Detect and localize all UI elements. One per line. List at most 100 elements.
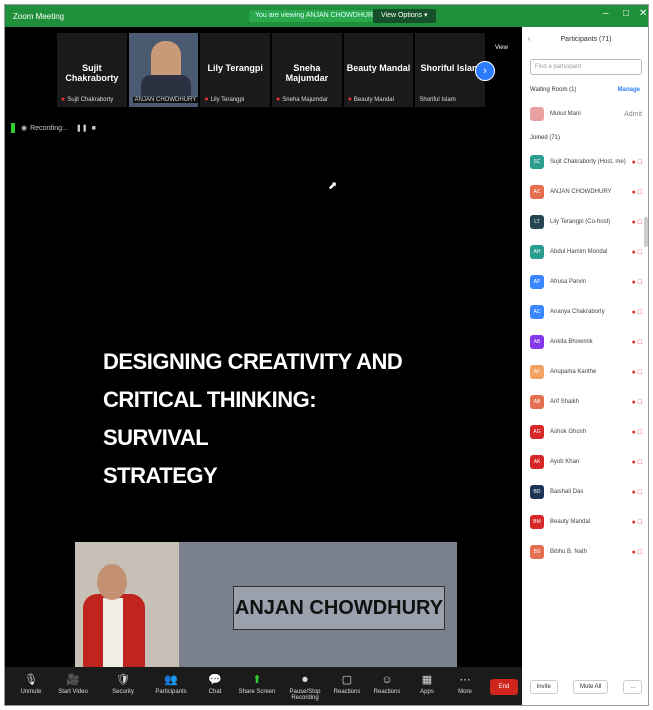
more-options-button[interactable]: ... (623, 680, 643, 694)
gallery-view-toggle[interactable]: View (495, 45, 508, 51)
waiting-participant[interactable]: Mukul Mani Admit (522, 99, 648, 129)
toolbar-button-reactions[interactable]: ☺ Reactions (367, 671, 407, 695)
avatar: LT (530, 215, 544, 229)
participant-row[interactable]: AB Ankita Bhowmik ● □ (522, 327, 648, 357)
shared-screen-area: Sujit Chakraborty ● Sujit Chakraborty ANJ… (5, 27, 522, 670)
toolbar-button-security[interactable]: 🛡 Security (103, 671, 143, 695)
toolbar-icon: ▢ (341, 674, 353, 686)
recording-label: Recording... (30, 124, 68, 132)
video-tile[interactable]: Lily Terangpi ● Lily Terangpi (200, 33, 271, 107)
mute-all-button[interactable]: Mute All (572, 680, 609, 694)
mic-muted-icon: ● □ (631, 248, 642, 256)
recording-indicator: ◉ Recording... ❚❚ ■ (11, 123, 96, 133)
participant-video-body (140, 75, 191, 99)
toolbar-label: Security (112, 689, 134, 695)
toolbar-label: Start Video (58, 689, 88, 695)
tile-name: Sneha Majumdar (285, 63, 329, 83)
stop-recording-icon[interactable]: ■ (92, 125, 96, 132)
mic-muted-icon: ● (347, 96, 352, 103)
tile-name: Lily Terangpi (207, 63, 263, 73)
invite-button[interactable]: Invite (529, 680, 558, 694)
participant-row[interactable]: AK Ayub Khan ● □ (522, 447, 648, 477)
joined-header: Joined (71) (530, 135, 561, 141)
participant-name: Ayub Khan (550, 459, 580, 465)
close-icon[interactable]: ✕ (639, 8, 647, 19)
participant-name: Mukul Mani (550, 111, 581, 117)
video-tile[interactable]: Beauty Mandal ● Beauty Mandal (343, 33, 414, 107)
avatar: BS (530, 545, 544, 559)
toolbar-button-start-video[interactable]: 🎥 Start Video (53, 671, 93, 695)
avatar: SC (530, 155, 544, 169)
toolbar-button-apps[interactable]: ▦ Apps (407, 671, 447, 695)
next-page-button[interactable]: › (475, 61, 495, 81)
maximize-icon[interactable]: □ (623, 8, 629, 19)
video-tile[interactable]: Sneha Majumdar ● Sneha Majumdar (272, 33, 342, 107)
end-meeting-button[interactable]: End (490, 679, 518, 695)
mic-muted-icon: ● (276, 96, 281, 103)
photo-shirt (103, 598, 123, 670)
panel-footer: Invite Mute All ... (522, 667, 648, 705)
view-options-button[interactable]: View Options ▾ (373, 9, 436, 23)
meeting-toolbar: End 🎙 Unmute 🎥 Start Video 🛡 Security 👥 Partici… (5, 667, 522, 705)
avatar: AK (530, 455, 544, 469)
participant-name: Arif Shaikh (550, 399, 580, 405)
pause-recording-icon[interactable]: ❚❚ (76, 124, 88, 132)
participant-name: Abdul Hamim Mondal (550, 249, 608, 255)
toolbar-icon: 🎙 (24, 674, 38, 686)
participant-row[interactable]: LT Lily Terangpi (Co-host) ● □ (522, 207, 648, 237)
mic-muted-icon: ● □ (631, 458, 642, 466)
participant-row[interactable]: AC ANJAN CHOWDHURY ● □ (522, 177, 648, 207)
participant-name: Ankita Bhowmik (550, 339, 593, 345)
participant-row[interactable]: AG Ashok Ghosh ● □ (522, 417, 648, 447)
toolbar-label: Reactions (373, 689, 401, 695)
manage-button[interactable]: Manage (618, 87, 640, 93)
toolbar-icon: ⏺ (302, 674, 308, 686)
search-input[interactable]: Find a participant (530, 59, 642, 75)
participant-row[interactable]: BM Beauty Mandal ● □ (522, 507, 648, 537)
toolbar-button-reactions[interactable]: ▢ Reactions (327, 671, 367, 695)
toolbar-label: Apps (420, 689, 434, 695)
chevron-left-icon[interactable]: ‹ (528, 27, 530, 53)
panel-scrollbar[interactable] (644, 217, 648, 247)
mic-muted-icon: ● □ (631, 188, 642, 196)
avatar: AC (530, 185, 544, 199)
participant-row[interactable]: AF Anupama Kanthe ● □ (522, 357, 648, 387)
participant-row[interactable]: SC Sujit Chakraborty (Host, me) ● □ (522, 147, 648, 177)
mic-muted-icon: ● □ (631, 428, 642, 436)
participant-row[interactable]: BD Baishali Das ● □ (522, 477, 648, 507)
tile-label: Sujit Chakraborty (67, 97, 114, 103)
mic-muted-icon: ● □ (631, 338, 642, 346)
toolbar-button-unmute[interactable]: 🎙 Unmute (11, 671, 51, 695)
video-tile[interactable]: ANJAN CHOWDHURY (128, 33, 199, 107)
toolbar-button-participants[interactable]: 👥 Participants (151, 671, 191, 695)
slide-title-line: STRATEGY (103, 463, 218, 488)
participant-name: Sujit Chakraborty (Host, me) (550, 159, 626, 165)
mic-muted-icon: ● □ (631, 308, 642, 316)
participant-row[interactable]: AP Afrusa Parvin ● □ (522, 267, 648, 297)
toolbar-button-more[interactable]: ⋯ More (445, 671, 485, 695)
admit-button[interactable]: Admit (624, 111, 642, 118)
participant-row[interactable]: AB Arif Shaikh ● □ (522, 387, 648, 417)
toolbar-label: Unmute (20, 689, 42, 695)
participant-row[interactable]: BS Bibhu B. Nath ● □ (522, 537, 648, 567)
toolbar-label: Reactions (333, 689, 361, 695)
toolbar-icon: 💬 (208, 674, 222, 686)
video-tile[interactable]: Sujit Chakraborty ● Sujit Chakraborty (57, 33, 127, 107)
tile-name: Sujit Chakraborty (65, 63, 119, 83)
participant-row[interactable]: AC Ananya Chakraborty ● □ (522, 297, 648, 327)
minimize-icon[interactable]: – (603, 8, 609, 19)
avatar (530, 107, 544, 121)
participant-name: Afrusa Parvin (550, 279, 587, 285)
mic-muted-icon: ● □ (631, 518, 642, 526)
participant-name: Ananya Chakraborty (550, 309, 605, 315)
mic-muted-icon: ● (204, 96, 209, 103)
participant-row[interactable]: AH Abdul Hamim Mondal ● □ (522, 237, 648, 267)
slide-title: DESIGNING CREATIVITY AND CRITICAL THINKI… (103, 343, 423, 495)
toolbar-button-share-screen[interactable]: ⬆ Share Screen (237, 671, 277, 695)
toolbar-icon: ⬆ (252, 674, 262, 686)
toolbar-icon: ⋯ (459, 674, 471, 686)
toolbar-button-pause-stop-recording[interactable]: ⏺ Pause/Stop Recording (285, 671, 325, 701)
toolbar-button-chat[interactable]: 💬 Chat (195, 671, 235, 695)
toolbar-label: Share Screen (238, 689, 276, 695)
avatar: AP (530, 275, 544, 289)
